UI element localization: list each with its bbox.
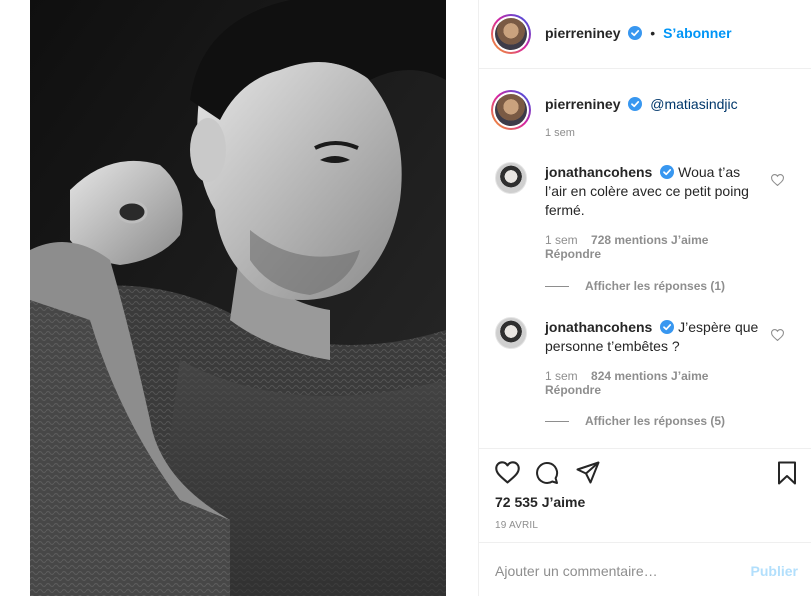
comment-like-heart-icon[interactable]	[771, 329, 784, 341]
comment-icon[interactable]	[535, 461, 559, 485]
verified-badge-icon	[660, 320, 675, 334]
view-replies-label: Afficher les réponses (5)	[585, 414, 726, 428]
comment-meta: 1 sem 728 mentions J’aime Répondre	[545, 233, 708, 261]
verified-badge-icon	[660, 165, 675, 179]
caption-time: 1 sem	[545, 127, 575, 139]
comment-likes[interactable]: 824 mentions J’aime	[591, 369, 708, 383]
caption-line: pierreniney @matiasindjic	[545, 96, 738, 112]
bookmark-icon[interactable]	[777, 461, 797, 485]
author-username[interactable]: pierreniney	[545, 25, 620, 41]
separator-dot: •	[650, 25, 656, 41]
reply-button[interactable]: Répondre	[545, 383, 708, 397]
comment-composer: Ajouter un commentaire… Publier	[479, 542, 811, 596]
comment-text-block: jonathancohens J’espère que personne t’e…	[545, 318, 765, 356]
view-replies-button[interactable]: Afficher les réponses (5)	[545, 414, 725, 428]
comments-list[interactable]: pierreniney @matiasindjic 1 sem jonathan…	[479, 70, 811, 448]
verified-badge-icon	[628, 26, 643, 40]
post-header: pierreniney • S’abonner	[479, 0, 811, 69]
post-photo[interactable]	[30, 0, 446, 596]
verified-badge-icon	[628, 97, 643, 111]
view-replies-button[interactable]: Afficher les réponses (1)	[545, 279, 725, 293]
post-side-panel: pierreniney • S’abonner pierreniney @mat…	[478, 0, 811, 596]
follow-button[interactable]: S’abonner	[663, 25, 731, 41]
commenter-avatar[interactable]	[495, 162, 527, 194]
caption-mention-link[interactable]: @matiasindjic	[650, 96, 737, 112]
likes-count[interactable]: 72 535 J’aime	[495, 494, 585, 510]
reply-button[interactable]: Répondre	[545, 247, 708, 261]
comment-time: 1 sem	[545, 369, 578, 383]
share-icon[interactable]	[576, 461, 600, 484]
caption-username[interactable]: pierreniney	[545, 96, 620, 112]
publish-button[interactable]: Publier	[751, 563, 798, 579]
caption-avatar[interactable]	[491, 90, 531, 130]
replies-divider	[545, 421, 569, 423]
heart-icon[interactable]	[495, 461, 520, 484]
comment-time: 1 sem	[545, 233, 578, 247]
post-actions: 72 535 J’aime 19 AVRIL	[479, 448, 811, 542]
commenter-username[interactable]: jonathancohens	[545, 319, 652, 335]
commenter-avatar[interactable]	[495, 317, 527, 349]
post-media-area	[0, 0, 478, 596]
portrait-photo	[30, 0, 446, 596]
comment-input[interactable]: Ajouter un commentaire…	[495, 563, 658, 579]
comment-like-heart-icon[interactable]	[771, 174, 784, 186]
comment-text-block: jonathancohens Woua t’as l’air en colère…	[545, 163, 765, 220]
replies-divider	[545, 286, 569, 288]
comment-meta: 1 sem 824 mentions J’aime Répondre	[545, 369, 708, 397]
view-replies-label: Afficher les réponses (1)	[585, 279, 726, 293]
commenter-username[interactable]: jonathancohens	[545, 164, 652, 180]
comment-likes[interactable]: 728 mentions J’aime	[591, 233, 708, 247]
author-avatar[interactable]	[491, 14, 531, 54]
author-line: pierreniney • S’abonner	[545, 25, 732, 41]
post-date: 19 AVRIL	[495, 520, 539, 531]
